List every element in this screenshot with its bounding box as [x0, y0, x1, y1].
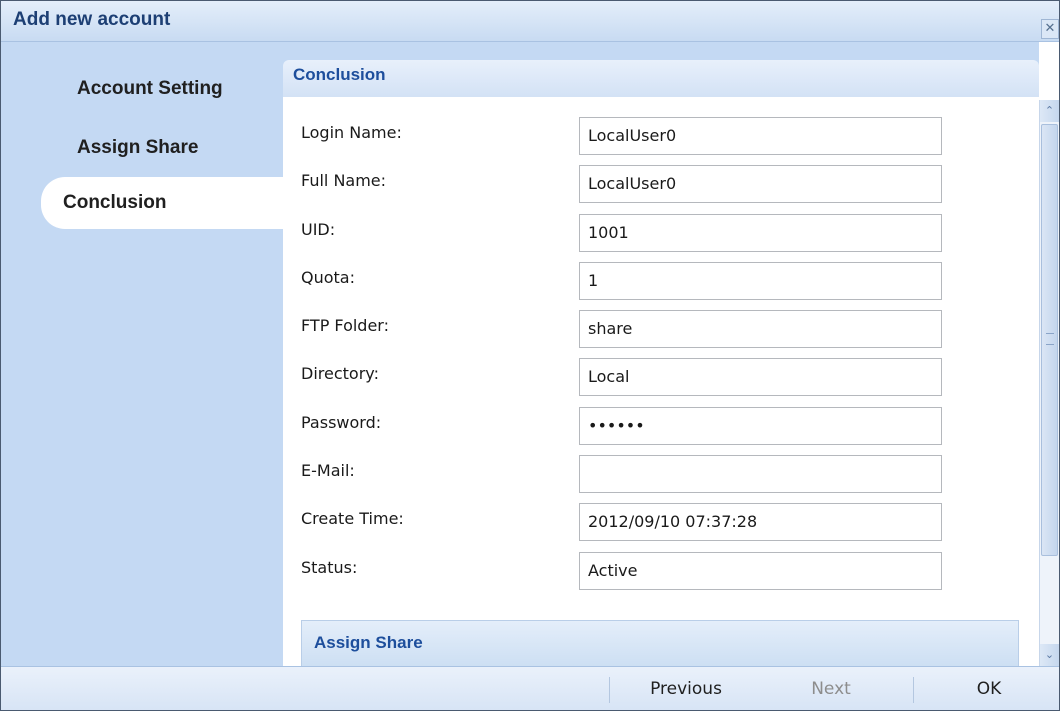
quota-label: Quota:	[301, 268, 355, 287]
button-bar: Previous Next OK	[1, 666, 1059, 710]
scroll-down-icon[interactable]: ⌄	[1040, 644, 1059, 666]
scroll-thumb[interactable]	[1041, 124, 1058, 556]
wizard-steps-sidebar: Account Setting Assign Share Conclusion	[1, 42, 283, 666]
step-account-setting[interactable]: Account Setting	[41, 63, 283, 115]
conclusion-panel: Conclusion Login Name: LocalUser0 Full N…	[283, 42, 1059, 666]
divider	[609, 677, 610, 703]
uid-label: UID:	[301, 220, 336, 239]
section-header: Conclusion	[283, 42, 1039, 97]
email-label: E-Mail:	[301, 461, 355, 480]
vertical-scrollbar[interactable]: ⌃ ⌄	[1039, 100, 1059, 666]
step-label: Account Setting	[77, 78, 223, 99]
step-conclusion[interactable]: Conclusion	[41, 177, 283, 229]
quota-field[interactable]: 1	[579, 262, 942, 300]
status-field[interactable]: Active	[579, 552, 942, 590]
next-button[interactable]: Next	[776, 667, 886, 710]
directory-field[interactable]: Local	[579, 358, 942, 396]
add-account-dialog: Add new account ✕ Account Setting Assign…	[0, 0, 1060, 711]
title-bar: Add new account ✕	[1, 1, 1059, 42]
full-name-field[interactable]: LocalUser0	[579, 165, 942, 203]
step-label: Conclusion	[63, 192, 167, 213]
create-time-label: Create Time:	[301, 509, 404, 528]
password-label: Password:	[301, 413, 382, 432]
divider	[913, 677, 914, 703]
section-header-strip	[283, 60, 1039, 97]
email-field[interactable]	[579, 455, 942, 493]
login-name-label: Login Name:	[301, 123, 402, 142]
uid-field[interactable]: 1001	[579, 214, 942, 252]
grip-icon	[1046, 333, 1054, 345]
ftp-folder-field[interactable]: share	[579, 310, 942, 348]
section-title: Conclusion	[293, 65, 386, 84]
dialog-title: Add new account	[13, 9, 171, 30]
create-time-field[interactable]: 2012/09/10 07:37:28	[579, 503, 942, 541]
directory-label: Directory:	[301, 364, 379, 383]
full-name-label: Full Name:	[301, 171, 387, 190]
close-icon[interactable]: ✕	[1041, 19, 1059, 39]
ftp-folder-label: FTP Folder:	[301, 316, 389, 335]
ok-button[interactable]: OK	[949, 667, 1029, 710]
assign-share-title: Assign Share	[314, 633, 423, 652]
scroll-up-icon[interactable]: ⌃	[1040, 100, 1059, 122]
step-assign-share[interactable]: Assign Share	[41, 122, 283, 174]
status-label: Status:	[301, 558, 358, 577]
assign-share-section[interactable]: Assign Share	[301, 620, 1019, 666]
login-name-field[interactable]: LocalUser0	[579, 117, 942, 155]
step-label: Assign Share	[77, 137, 199, 158]
password-field[interactable]: ••••••	[579, 407, 942, 445]
previous-button[interactable]: Previous	[626, 667, 746, 710]
